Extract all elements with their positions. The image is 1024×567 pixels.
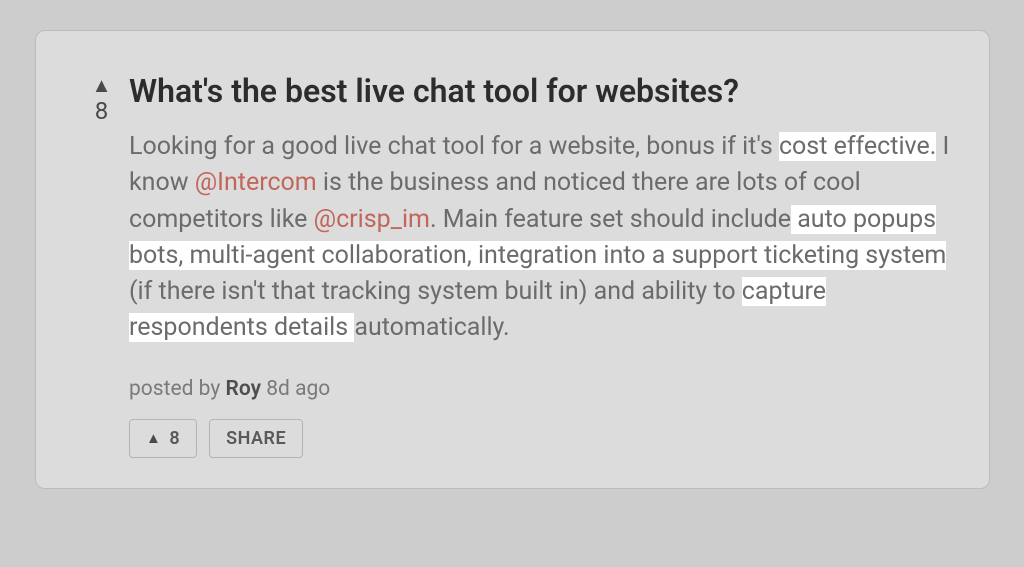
upvote-button-count: 8 — [169, 428, 180, 449]
meta-prefix: posted by — [129, 377, 226, 401]
post-row: ▲ 8 What's the best live chat tool for w… — [74, 71, 951, 458]
post-actions: ▲ 8 SHARE — [129, 419, 951, 458]
mention-crisp[interactable]: @crisp_im — [314, 205, 430, 234]
vote-column: ▲ 8 — [74, 71, 129, 125]
share-button-label: SHARE — [226, 428, 286, 449]
body-text: Looking for a good live chat tool for a … — [129, 132, 779, 161]
body-text: . Main feature set should include — [430, 205, 791, 234]
highlight-phrase: cost effective. — [779, 132, 936, 161]
vote-count: 8 — [74, 97, 129, 125]
body-text: automatically. — [354, 313, 509, 342]
post-author[interactable]: Roy — [226, 377, 262, 401]
share-button[interactable]: SHARE — [209, 419, 303, 458]
post-body: Looking for a good live chat tool for a … — [129, 129, 951, 347]
upvote-icon[interactable]: ▲ — [74, 75, 129, 95]
post-content: What's the best live chat tool for websi… — [129, 71, 951, 458]
upvote-icon: ▲ — [146, 431, 161, 446]
post-meta: posted by Roy 8d ago — [129, 377, 951, 401]
post-title: What's the best live chat tool for websi… — [129, 71, 951, 111]
mention-intercom[interactable]: @Intercom — [195, 168, 317, 197]
upvote-button[interactable]: ▲ 8 — [129, 419, 197, 458]
post-card: ▲ 8 What's the best live chat tool for w… — [35, 30, 990, 489]
body-text: (if there isn't that tracking system bui… — [129, 277, 742, 306]
meta-when: 8d ago — [261, 377, 330, 401]
